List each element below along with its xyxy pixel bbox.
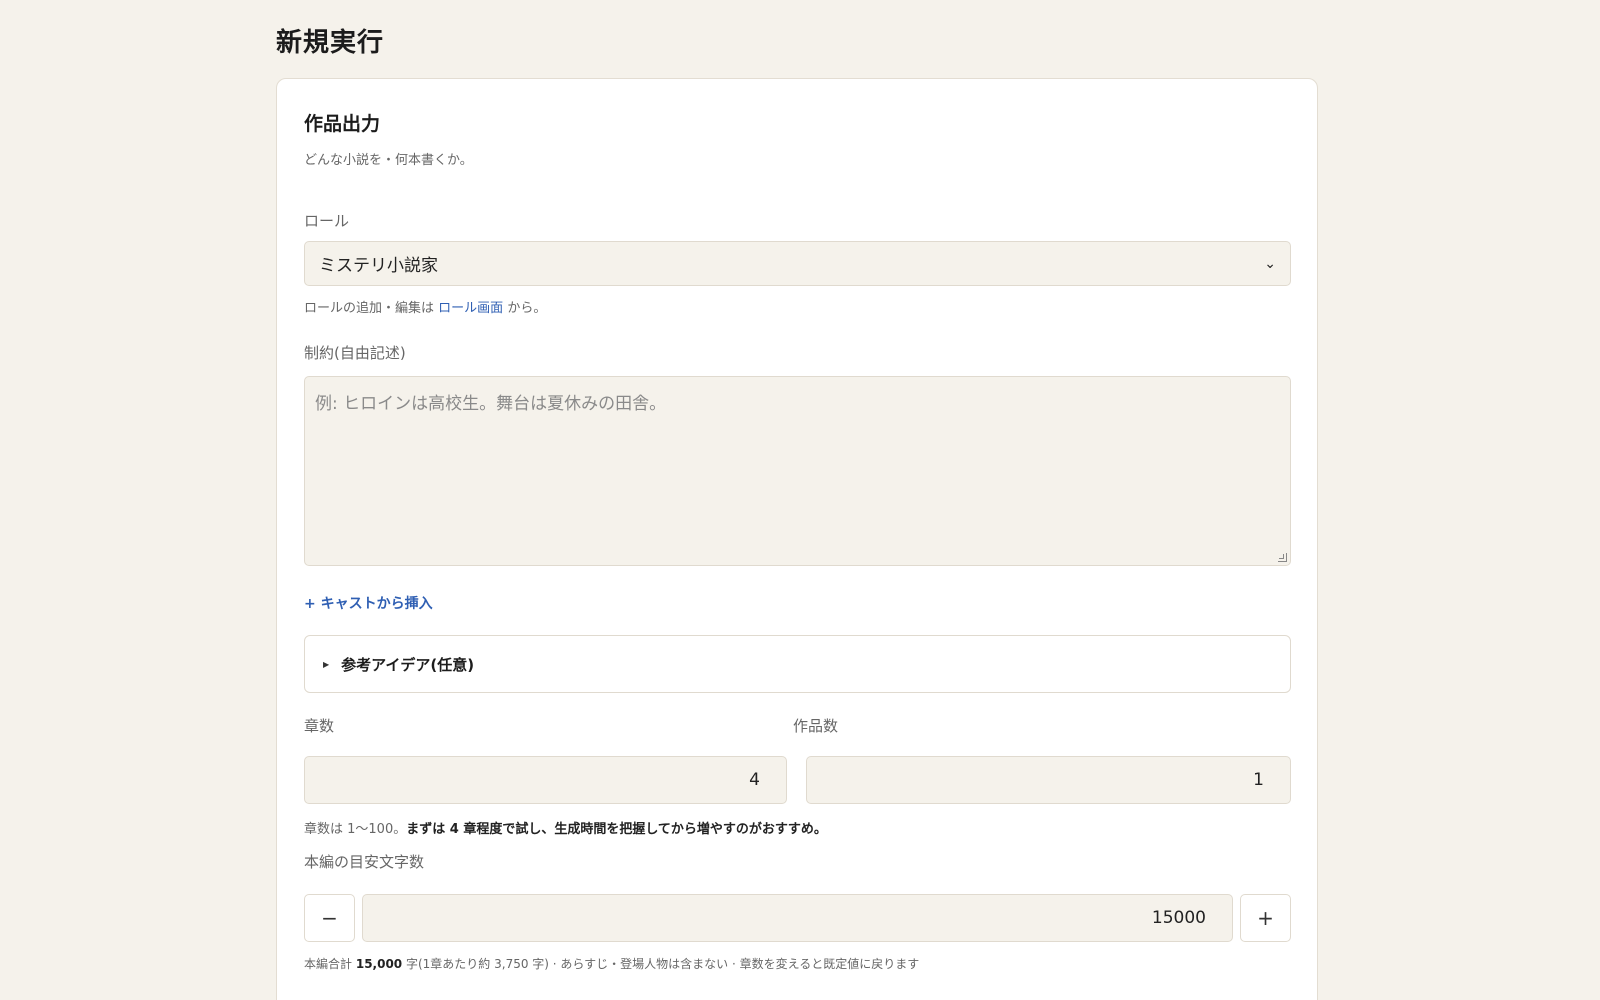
decrement-button[interactable]: −: [304, 894, 355, 942]
role-select[interactable]: ミステリ小説家 ⌄: [304, 241, 1291, 286]
increment-button[interactable]: +: [1240, 894, 1291, 942]
insert-from-cast-link[interactable]: + キャストから挿入: [304, 593, 1291, 613]
constraints-placeholder: 例: ヒロインは高校生。舞台は夏休みの田舎。: [315, 394, 667, 414]
reference-ideas-toggle[interactable]: ▶ 参考アイデア(任意): [304, 635, 1291, 693]
role-help: ロールの追加・編集は ロール画面 から。: [304, 297, 1291, 316]
minus-icon: −: [321, 906, 338, 930]
chapters-value: 4: [749, 770, 760, 790]
chapters-label: 章数: [304, 717, 335, 735]
constraints-label: 制約(自由記述): [304, 344, 406, 362]
works-input[interactable]: 1: [806, 756, 1291, 804]
role-screen-link[interactable]: ロール画面: [438, 301, 503, 316]
target-chars-value: 15000: [1151, 908, 1206, 928]
chevron-down-icon: ⌄: [1264, 255, 1276, 272]
summary-total: 15,000: [355, 957, 403, 971]
chapters-hint-range: 章数は 1〜100。: [304, 822, 407, 837]
constraints-textarea[interactable]: 例: ヒロインは高校生。舞台は夏休みの田舎。: [304, 376, 1291, 566]
role-label: ロール: [304, 212, 350, 230]
section-title: 作品出力: [304, 113, 381, 135]
output-settings-card: 作品出力 どんな小説を・何本書くか。 ロール ミステリ小説家 ⌄ ロールの追加・…: [276, 78, 1318, 1000]
chapters-input[interactable]: 4: [304, 756, 787, 804]
chapters-hint: 章数は 1〜100。まずは 4 章程度で試し、生成時間を把握してから増やすのがお…: [304, 818, 1291, 837]
role-select-value: ミステリ小説家: [319, 256, 438, 276]
section-description: どんな小説を・何本書くか。: [304, 153, 473, 168]
summary-prefix: 本編合計: [304, 957, 353, 971]
works-label: 作品数: [793, 717, 839, 735]
page-title: 新規実行: [276, 28, 385, 58]
role-help-suffix: から。: [507, 301, 547, 316]
role-help-prefix: ロールの追加・編集は: [304, 301, 435, 316]
target-chars-input[interactable]: 15000: [362, 894, 1233, 942]
plus-icon: +: [1257, 906, 1274, 930]
chapters-hint-advice: まずは 4 章程度で試し、生成時間を把握してから増やすのがおすすめ。: [406, 822, 827, 837]
target-chars-summary: 本編合計 15,000 字(1章あたり約 3,750 字) · あらすじ・登場人…: [304, 955, 1291, 972]
target-chars-label: 本編の目安文字数: [304, 853, 425, 871]
summary-suffix: 字(1章あたり約 3,750 字) · あらすじ・登場人物は含まない · 章数を…: [405, 957, 920, 971]
disclosure-triangle-icon: ▶: [323, 659, 330, 669]
works-value: 1: [1253, 770, 1264, 790]
reference-ideas-label: 参考アイデア(任意): [341, 655, 475, 674]
resize-handle-icon[interactable]: [1278, 553, 1287, 562]
